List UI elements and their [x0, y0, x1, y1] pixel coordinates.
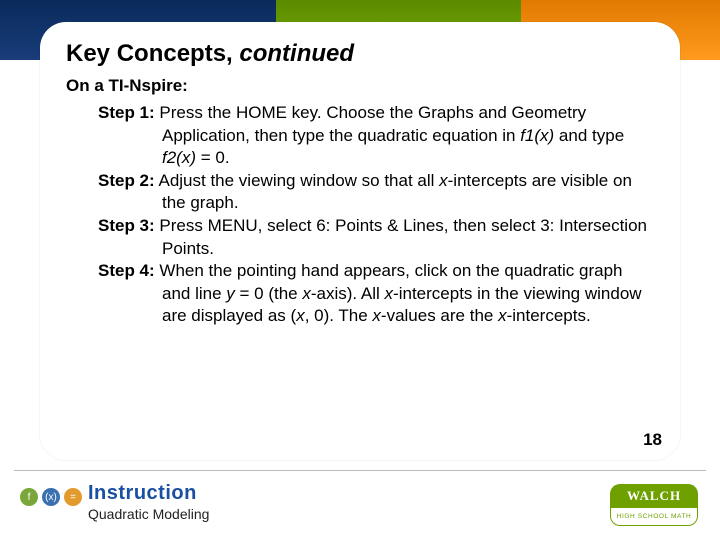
steps-list: Step 1: Press the HOME key. Choose the G…: [98, 102, 654, 328]
badge-icons: f (x) =: [20, 488, 82, 506]
subheading: On a TI-Nspire:: [66, 76, 654, 96]
step-2: Step 2: Adjust the viewing window so tha…: [98, 170, 654, 215]
badge-icon-1: f: [20, 488, 38, 506]
slide: Key Concepts, continued On a TI-Nspire: …: [0, 0, 720, 540]
step-4-text: When the pointing hand appears, click on…: [159, 261, 641, 325]
content-panel: Key Concepts, continued On a TI-Nspire: …: [40, 22, 680, 460]
step-4: Step 4: When the pointing hand appears, …: [98, 260, 654, 328]
badge-icon-3: =: [64, 488, 82, 506]
step-2-text: Adjust the viewing window so that all x-…: [158, 171, 631, 213]
step-1-label: Step 1:: [98, 103, 155, 122]
step-2-label: Step 2:: [98, 171, 155, 190]
walch-logo-tagline: HIGH SCHOOL MATH: [610, 508, 698, 526]
title-continued: continued: [239, 40, 354, 67]
step-1: Step 1: Press the HOME key. Choose the G…: [98, 102, 654, 170]
footer: f (x) = Instruction Quadratic Modeling W…: [0, 470, 720, 540]
footer-subtitle: Quadratic Modeling: [88, 506, 209, 522]
page-number: 18: [643, 430, 662, 450]
footer-divider: [14, 470, 706, 471]
instruction-label: Instruction: [88, 482, 197, 505]
page-title: Key Concepts, continued: [66, 40, 654, 68]
badge-icon-2: (x): [42, 488, 60, 506]
step-1-text: Press the HOME key. Choose the Graphs an…: [159, 103, 624, 167]
step-4-label: Step 4:: [98, 261, 155, 280]
walch-logo: WALCH HIGH SCHOOL MATH: [610, 484, 698, 528]
walch-logo-name: WALCH: [610, 484, 698, 508]
title-main: Key Concepts,: [66, 40, 239, 67]
step-3-label: Step 3:: [98, 216, 155, 235]
step-3: Step 3: Press MENU, select 6: Points & L…: [98, 215, 654, 260]
step-3-text: Press MENU, select 6: Points & Lines, th…: [159, 216, 647, 258]
